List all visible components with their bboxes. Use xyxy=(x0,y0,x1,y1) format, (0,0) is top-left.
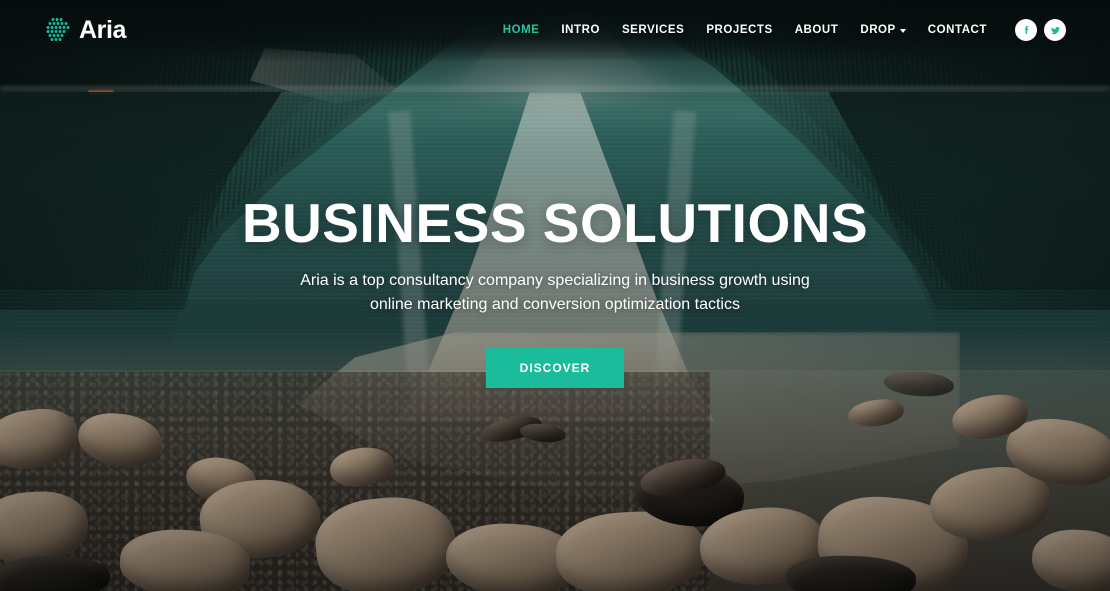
nav-label: HOME xyxy=(502,24,540,36)
nav-item-home[interactable]: HOME xyxy=(492,24,551,36)
nav-item-services[interactable]: SERVICES xyxy=(611,24,695,36)
discover-button[interactable]: DISCOVER xyxy=(485,348,625,389)
social-links xyxy=(1015,19,1066,41)
chevron-down-icon xyxy=(899,28,906,33)
nav-label: PROJECTS xyxy=(706,24,773,36)
twitter-icon xyxy=(1050,26,1060,34)
hero-subtitle-line-2: online marketing and conversion optimiza… xyxy=(370,296,740,314)
nav-links: HOME INTRO SERVICES PROJECTS ABOUT DROP … xyxy=(492,19,1110,41)
twitter-link[interactable] xyxy=(1044,19,1066,41)
nav-item-about[interactable]: ABOUT xyxy=(784,24,850,36)
nav-label: CONTACT xyxy=(927,24,987,36)
dot-matrix-logo-icon xyxy=(46,18,70,41)
nav-item-intro[interactable]: INTRO xyxy=(550,24,611,36)
nav-item-contact[interactable]: CONTACT xyxy=(917,24,998,36)
nav-label: INTRO xyxy=(561,24,600,36)
nav-item-drop[interactable]: DROP xyxy=(849,24,916,36)
nav-label: DROP xyxy=(860,24,896,36)
facebook-link[interactable] xyxy=(1015,19,1037,41)
nav-item-projects[interactable]: PROJECTS xyxy=(695,24,783,36)
page-title: BUSINESS SOLUTIONS xyxy=(241,191,869,254)
main-navbar: Aria HOME INTRO SERVICES PROJECTS ABOUT … xyxy=(0,0,1110,60)
brand-logo-link[interactable]: Aria xyxy=(44,17,126,43)
hero-content: BUSINESS SOLUTIONS Aria is a top consult… xyxy=(0,0,1110,591)
hero-section: Aria HOME INTRO SERVICES PROJECTS ABOUT … xyxy=(0,0,1110,591)
brand-name: Aria xyxy=(79,15,127,44)
hero-subtitle: Aria is a top consultancy company specia… xyxy=(300,269,810,319)
nav-label: ABOUT xyxy=(794,24,839,36)
facebook-icon xyxy=(1024,25,1028,34)
nav-label: SERVICES xyxy=(621,24,685,36)
hero-subtitle-line-1: Aria is a top consultancy company specia… xyxy=(300,271,810,289)
